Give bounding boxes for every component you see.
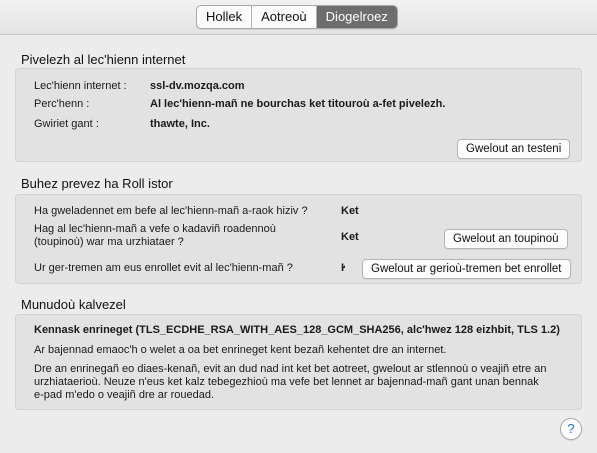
encryption-paragraph-1: Ar bajennad emaoc'h o welet a oa bet enr… [34, 344, 447, 356]
site-value: ssl-dv.mozqa.com [150, 80, 245, 92]
view-certificate-button[interactable]: Gwelout an testeni [457, 139, 571, 159]
owner-value: Al lec'hienn-mañ ne bourchas ket titouro… [150, 98, 446, 110]
tab-permissions[interactable]: Aotreoù [252, 6, 317, 28]
tab-bar: Hollek Aotreoù Diogelroez [196, 5, 398, 29]
passwords-answer: K [341, 262, 345, 274]
encryption-headline: Kennask enrineget (TLS_ECDHE_RSA_WITH_AE… [34, 324, 560, 336]
question-mark-icon: ? [567, 421, 575, 436]
technical-group: Kennask enrineget (TLS_ECDHE_RSA_WITH_AE… [15, 314, 582, 410]
passwords-question: Ur ger-tremen am eus enrollet evit al le… [34, 262, 293, 274]
view-cookies-button[interactable]: Gwelout an toupinoù [444, 229, 568, 249]
site-label: Lec'hienn internet : [34, 80, 127, 92]
technical-section-title: Munudoù kalvezel [21, 297, 126, 312]
cookies-question-line1: Hag al lec'hienn-mañ a vefe o kadaviñ ro… [34, 223, 276, 235]
toolbar: Hollek Aotreoù Diogelroez [0, 0, 597, 35]
verified-by-value: thawte, Inc. [150, 118, 210, 130]
owner-label: Perc'henn : [34, 98, 90, 110]
encryption-paragraph-2-line3: e-pad m'edo o veajiñ dre ar rouedad. [34, 389, 215, 401]
encryption-paragraph-2-line1: Dre an enrinegañ eo diaes-kenañ, evit an… [34, 363, 547, 375]
encryption-paragraph-2-line2: urzhiataerioù. Neuze n'eus ket kalz tebe… [34, 376, 539, 388]
visited-answer: Ket [341, 205, 359, 217]
identity-section-title: Pivelezh al lec'hienn internet [21, 52, 186, 67]
privacy-group: Ha gweladennet em befe al lec'hienn-mañ … [15, 194, 582, 284]
cookies-question-line2: (toupinoù) war ma urzhiataer ? [34, 236, 184, 248]
view-saved-passwords-button[interactable]: Gwelout ar gerioù-tremen bet enrollet [362, 259, 571, 279]
cookies-answer: Ket [341, 231, 359, 243]
tab-security[interactable]: Diogelroez [316, 6, 397, 28]
identity-group: Lec'hienn internet : ssl-dv.mozqa.com Pe… [15, 68, 582, 162]
help-button[interactable]: ? [560, 418, 582, 440]
verified-by-label: Gwiriet gant : [34, 118, 99, 130]
privacy-section-title: Buhez prevez ha Roll istor [21, 176, 173, 191]
visited-question: Ha gweladennet em befe al lec'hienn-mañ … [34, 205, 308, 217]
tab-general[interactable]: Hollek [197, 6, 253, 28]
